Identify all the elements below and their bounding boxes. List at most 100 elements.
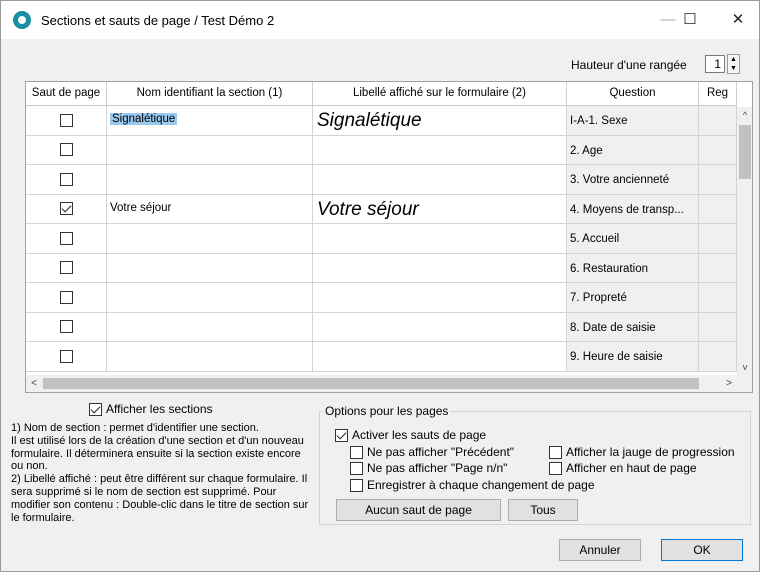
show-sections-toggle[interactable]: Afficher les sections	[89, 402, 213, 416]
page-break-cell[interactable]	[26, 283, 107, 313]
page-break-checkbox[interactable]	[59, 172, 73, 186]
no-page-break-button[interactable]: Aucun saut de page	[336, 499, 501, 521]
page-break-checkbox[interactable]	[59, 349, 73, 363]
hide-previous-toggle[interactable]: Ne pas afficher "Précédent"	[350, 445, 514, 459]
page-options-title: Options pour les pages	[323, 404, 451, 418]
column-header-section-name[interactable]: Nom identifiant la section (1)	[107, 82, 313, 106]
question-cell: 2. Age	[567, 135, 699, 165]
question-cell: 4. Moyens de transp...	[567, 194, 699, 224]
page-break-checkbox[interactable]	[59, 320, 73, 334]
section-label-cell[interactable]: Votre séjour	[313, 194, 567, 224]
close-button[interactable]: ✕	[715, 1, 760, 39]
page-break-cell[interactable]	[26, 106, 107, 136]
section-label-cell[interactable]	[313, 312, 567, 342]
scroll-up-icon[interactable]: ^	[737, 107, 752, 123]
page-break-checkbox[interactable]	[59, 231, 73, 245]
section-label-cell[interactable]	[313, 165, 567, 195]
page-break-checkbox[interactable]	[59, 143, 73, 157]
section-name-cell[interactable]	[107, 283, 313, 313]
vertical-scrollbar[interactable]: ^ v	[737, 107, 752, 375]
maximize-button[interactable]: ☐	[667, 1, 713, 39]
section-label-cell[interactable]	[313, 224, 567, 254]
vertical-scroll-thumb[interactable]	[739, 125, 751, 179]
scroll-right-icon[interactable]: >	[721, 375, 737, 392]
column-header-page-break[interactable]: Saut de page	[26, 82, 107, 106]
table-row: 7. Propreté	[26, 283, 752, 313]
save-each-page-label: Enregistrer à chaque changement de page	[367, 478, 595, 492]
page-break-cell[interactable]	[26, 165, 107, 195]
title-bar: Sections et sauts de page / Test Démo 2 …	[1, 1, 759, 39]
page-break-checkbox[interactable]	[59, 113, 73, 127]
row-height-spinner[interactable]: ▲ ▼	[727, 54, 740, 74]
show-sections-label: Afficher les sections	[106, 402, 213, 416]
section-label-cell[interactable]: Signalétique	[313, 106, 567, 136]
reg-cell	[699, 165, 737, 195]
dialog-window: Sections et sauts de page / Test Démo 2 …	[0, 0, 760, 572]
section-label-cell[interactable]	[313, 283, 567, 313]
help-paragraph: Il est utilisé lors de la création d'une…	[11, 434, 304, 473]
table-row: 9. Heure de saisie	[26, 342, 752, 372]
sections-table: Saut de page Nom identifiant la section …	[25, 81, 753, 393]
reg-cell	[699, 253, 737, 283]
section-label-cell[interactable]	[313, 253, 567, 283]
section-name-cell[interactable]	[107, 342, 313, 372]
help-text: 1) Nom de section : permet d'identifier …	[11, 422, 311, 524]
cancel-button[interactable]: Annuler	[559, 539, 641, 561]
show-progress-toggle[interactable]: Afficher la jauge de progression	[549, 445, 735, 459]
horizontal-scroll-thumb[interactable]	[43, 378, 699, 389]
row-height-input[interactable]: 1	[705, 55, 725, 73]
table-row: 6. Restauration	[26, 253, 752, 283]
column-header-reg[interactable]: Reg	[699, 82, 737, 106]
page-break-cell[interactable]	[26, 312, 107, 342]
question-cell: I-A-1. Sexe	[567, 106, 699, 136]
section-name-cell[interactable]: Signalétique	[107, 106, 313, 136]
page-break-cell[interactable]	[26, 342, 107, 372]
hide-page-number-toggle[interactable]: Ne pas afficher "Page n/n"	[350, 461, 507, 475]
question-cell: 7. Propreté	[567, 283, 699, 313]
page-break-checkbox[interactable]	[59, 290, 73, 304]
hide-page-number-checkbox[interactable]	[350, 461, 363, 475]
show-sections-checkbox[interactable]	[89, 402, 102, 416]
column-header-question[interactable]: Question	[567, 82, 699, 106]
section-label-cell[interactable]	[313, 135, 567, 165]
window-title: Sections et sauts de page / Test Démo 2	[41, 13, 275, 28]
scroll-left-icon[interactable]: <	[26, 375, 42, 392]
ok-button[interactable]: OK	[661, 539, 743, 561]
section-name-cell[interactable]	[107, 224, 313, 254]
save-each-page-toggle[interactable]: Enregistrer à chaque changement de page	[350, 478, 595, 492]
section-name-cell[interactable]	[107, 135, 313, 165]
page-break-checkbox[interactable]	[59, 261, 73, 275]
page-break-cell[interactable]	[26, 135, 107, 165]
column-header-label[interactable]: Libellé affiché sur le formulaire (2)	[313, 82, 567, 106]
save-each-page-checkbox[interactable]	[350, 478, 363, 492]
hide-previous-checkbox[interactable]	[350, 445, 363, 459]
section-name-cell[interactable]	[107, 165, 313, 195]
help-paragraph: 2) Libellé affiché : peut être différent…	[11, 473, 309, 524]
scroll-down-icon[interactable]: v	[737, 359, 752, 375]
reg-cell	[699, 135, 737, 165]
reg-cell	[699, 224, 737, 254]
show-progress-checkbox[interactable]	[549, 445, 562, 459]
horizontal-scrollbar[interactable]: < >	[26, 375, 752, 392]
enable-page-breaks-label: Activer les sauts de page	[352, 428, 487, 442]
section-name-cell[interactable]	[107, 253, 313, 283]
section-name-text: Signalétique	[110, 113, 178, 125]
hide-page-number-label: Ne pas afficher "Page n/n"	[367, 461, 508, 475]
section-name-cell[interactable]: Votre séjour	[107, 194, 313, 224]
table-row: 3. Votre ancienneté	[26, 165, 752, 195]
reg-cell	[699, 194, 737, 224]
page-break-cell[interactable]	[26, 253, 107, 283]
enable-page-breaks-checkbox[interactable]	[335, 428, 348, 442]
enable-page-breaks-toggle[interactable]: Activer les sauts de page	[335, 428, 486, 442]
page-break-checkbox[interactable]	[59, 202, 73, 216]
page-break-cell[interactable]	[26, 194, 107, 224]
section-name-cell[interactable]	[107, 312, 313, 342]
show-top-toggle[interactable]: Afficher en haut de page	[549, 461, 697, 475]
question-cell: 8. Date de saisie	[567, 312, 699, 342]
page-break-cell[interactable]	[26, 224, 107, 254]
all-button[interactable]: Tous	[508, 499, 578, 521]
show-top-checkbox[interactable]	[549, 461, 562, 475]
section-label-cell[interactable]	[313, 342, 567, 372]
question-cell: 6. Restauration	[567, 253, 699, 283]
app-icon	[13, 11, 31, 29]
